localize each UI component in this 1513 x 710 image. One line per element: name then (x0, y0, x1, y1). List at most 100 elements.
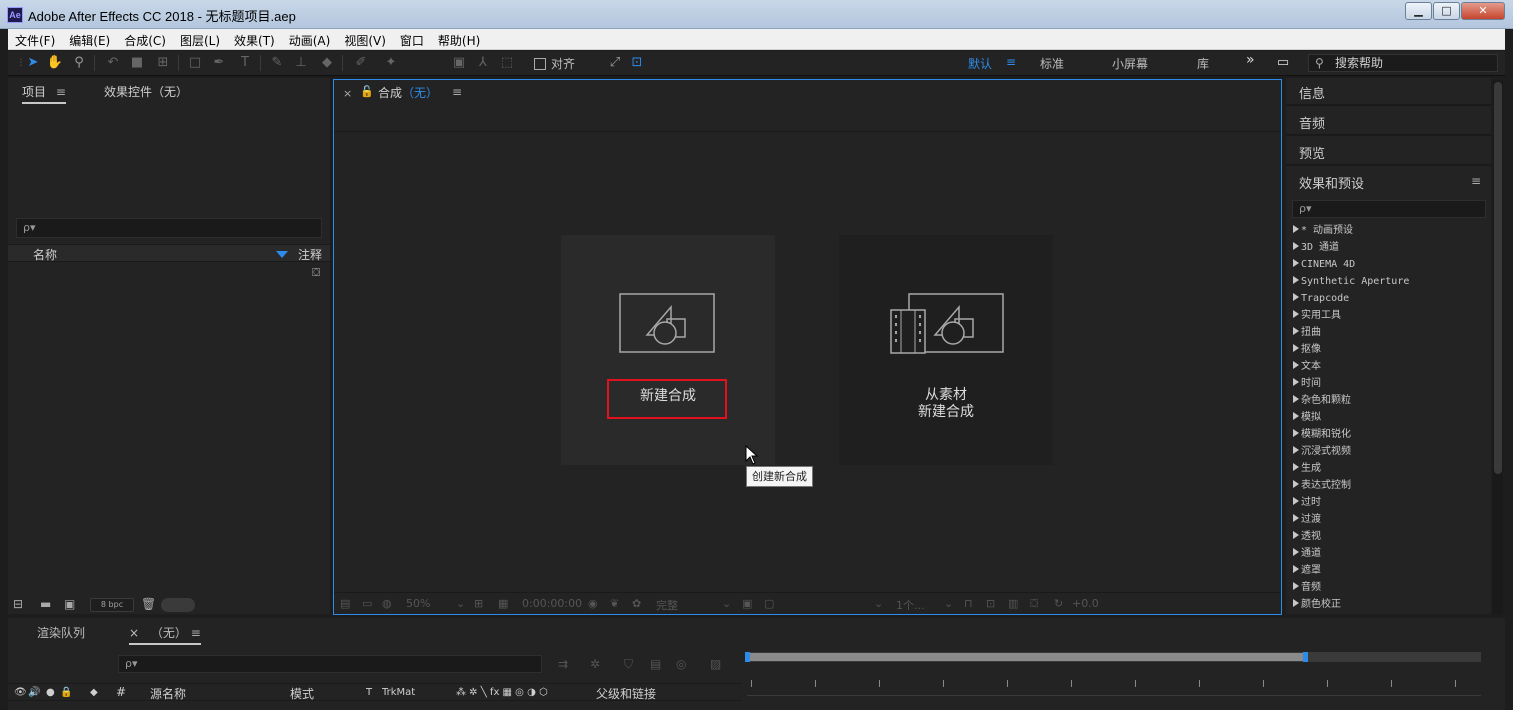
list-item[interactable]: * 动画预设 (1293, 222, 1489, 239)
work-area-range[interactable] (747, 653, 1305, 661)
column-trkmat[interactable]: TrkMat (382, 687, 415, 698)
zoom-tool-icon[interactable]: ⚲ (70, 54, 88, 72)
region-of-interest-icon[interactable]: ▣ (742, 597, 752, 610)
snap-edges-icon[interactable]: ⊡ (628, 54, 646, 72)
solo-toggle-icon[interactable]: ● (46, 687, 55, 698)
more-workspaces-icon[interactable]: » (1246, 52, 1255, 68)
interpret-footage-icon[interactable]: ⊟ (13, 597, 23, 611)
comp-mini-flowchart-icon[interactable]: ⇉ (558, 657, 568, 671)
time-ruler[interactable] (747, 678, 1481, 696)
list-item[interactable]: 杂色和颗粒 (1293, 392, 1489, 409)
list-item[interactable]: 实用工具 (1293, 307, 1489, 324)
list-item[interactable]: 表达式控制 (1293, 477, 1489, 494)
list-item[interactable]: 颜色校正 (1293, 596, 1489, 613)
list-item[interactable]: 文本 (1293, 358, 1489, 375)
menu-animation[interactable]: 动画(A) (282, 29, 338, 49)
frame-blending-icon[interactable]: ▤ (650, 657, 661, 671)
lock-toggle-icon[interactable]: 🔒 (60, 687, 72, 698)
timeline-toggle-icon[interactable]: ▥ (1008, 597, 1018, 610)
camera-tool-icon[interactable]: ■ (128, 54, 146, 72)
fast-preview-icon[interactable]: ⊡ (986, 597, 995, 610)
project-search-input[interactable]: ρ▾ (16, 218, 322, 238)
rotate-tool-icon[interactable]: ↶ (104, 54, 122, 72)
menu-help[interactable]: 帮助(H) (431, 29, 487, 49)
resolution-chevron-icon[interactable]: ⌄ (722, 597, 731, 610)
timeline-search-input[interactable]: ρ▾ (118, 655, 542, 673)
scrollbar-thumb[interactable] (1494, 82, 1502, 474)
list-item[interactable]: 过渡 (1293, 511, 1489, 528)
zoom-chevron-icon[interactable]: ⌄ (456, 597, 465, 610)
always-preview-icon[interactable]: ▤ (340, 597, 350, 610)
list-item[interactable]: 3D 通道 (1293, 239, 1489, 256)
exposure-value[interactable]: +0.0 (1072, 597, 1099, 610)
tab-effects-controls[interactable]: 效果控件（无） (104, 83, 188, 100)
right-panel-scrollbar[interactable] (1493, 80, 1503, 614)
list-item[interactable]: 透视 (1293, 528, 1489, 545)
minimize-button[interactable]: ▁ (1405, 2, 1432, 20)
search-help-input[interactable]: ⚲ 搜索帮助 (1308, 54, 1498, 72)
flowchart-view-icon[interactable]: ⛋ (1030, 597, 1038, 611)
info-panel-header[interactable]: 信息 (1286, 78, 1491, 106)
transparency-grid-icon[interactable]: ▢ (764, 597, 774, 610)
lock-icon[interactable]: 🔓 (360, 85, 374, 98)
monitor-icon[interactable]: ▭ (362, 597, 372, 610)
effects-presets-header[interactable]: 效果和预设 ≡ (1286, 168, 1491, 196)
comp-panel-menu-icon[interactable]: ≡ (452, 85, 462, 99)
column-comment[interactable]: 注释 (298, 246, 322, 263)
list-item[interactable]: 模糊和锐化 (1293, 426, 1489, 443)
list-item[interactable]: 遮罩 (1293, 562, 1489, 579)
menu-edit[interactable]: 编辑(E) (62, 29, 117, 49)
close-comp-tab-icon[interactable]: × (343, 87, 352, 100)
effects-search-input[interactable]: ρ▾ (1292, 200, 1486, 218)
zoom-dropdown[interactable]: 50% (406, 597, 430, 610)
brush-tool-icon[interactable]: ✎ (268, 54, 286, 72)
resolution-dropdown[interactable]: 完整 (656, 597, 678, 613)
hand-tool-icon[interactable]: ✋ (46, 54, 64, 72)
local-axis-icon[interactable]: ▣ (450, 54, 468, 72)
work-area-end-handle[interactable] (1303, 652, 1308, 662)
work-area-start-handle[interactable] (745, 652, 750, 662)
sort-arrow-icon[interactable] (276, 251, 288, 258)
snap-toggle[interactable]: 对齐 (534, 55, 575, 72)
view-axis-icon[interactable]: ⬚ (498, 54, 516, 72)
reset-exposure-icon[interactable]: ↻ (1054, 597, 1063, 610)
column-mode[interactable]: 模式 (290, 685, 314, 702)
list-item[interactable]: 音频 (1293, 579, 1489, 596)
tab-project[interactable]: 项目 ≡ (22, 83, 66, 104)
pen-tool-icon[interactable]: ✒ (210, 54, 228, 72)
label-tag-icon[interactable]: ◆ (90, 687, 98, 698)
list-item[interactable]: 模拟 (1293, 409, 1489, 426)
column-t[interactable]: T (366, 687, 372, 698)
views-chevron-icon[interactable]: ⌄ (944, 597, 953, 610)
world-axis-icon[interactable]: ⅄ (474, 54, 492, 72)
workspace-standard[interactable]: 标准 (1040, 55, 1064, 72)
views-dropdown[interactable]: 1个... (896, 597, 925, 613)
list-item[interactable]: 沉浸式视频 (1293, 443, 1489, 460)
show-snapshot-icon[interactable]: ❦ (610, 597, 619, 610)
menu-window[interactable]: 窗口 (393, 29, 431, 49)
panel-menu-icon[interactable]: ≡ (56, 85, 66, 99)
menu-layer[interactable]: 图层(L) (173, 29, 227, 49)
workspace-edit-icon[interactable]: ▭ (1274, 54, 1292, 72)
tab-render-queue[interactable]: 渲染队列 (37, 624, 85, 641)
delete-icon[interactable]: 🗑 (141, 597, 156, 611)
workspace-default[interactable]: 默认 (968, 55, 992, 72)
new-folder-icon[interactable]: ▬ (40, 597, 51, 611)
current-time[interactable]: 0:00:00:00 (522, 597, 582, 610)
type-tool-icon[interactable]: T (236, 54, 254, 72)
graph-editor-icon[interactable]: ▨ (710, 657, 721, 671)
list-item[interactable]: 通道 (1293, 545, 1489, 562)
snap-checkbox[interactable] (534, 57, 546, 70)
audio-panel-header[interactable]: 音频 (1286, 108, 1491, 136)
close-window-button[interactable]: ✕ (1461, 2, 1505, 20)
clone-stamp-tool-icon[interactable]: ⊥ (292, 54, 310, 72)
workspace-menu-icon[interactable]: ≡ (1006, 55, 1016, 69)
roto-brush-tool-icon[interactable]: ✐ (352, 54, 370, 72)
menu-composition[interactable]: 合成(C) (117, 29, 173, 49)
draft-3d-icon[interactable]: ✲ (590, 657, 600, 671)
thumbnail-toggle[interactable] (161, 598, 195, 612)
column-parent-link[interactable]: 父级和链接 (596, 685, 656, 702)
menu-effect[interactable]: 效果(T) (227, 29, 282, 49)
list-item[interactable]: Trapcode (1293, 290, 1489, 307)
grid-icon[interactable]: ▦ (498, 597, 508, 610)
